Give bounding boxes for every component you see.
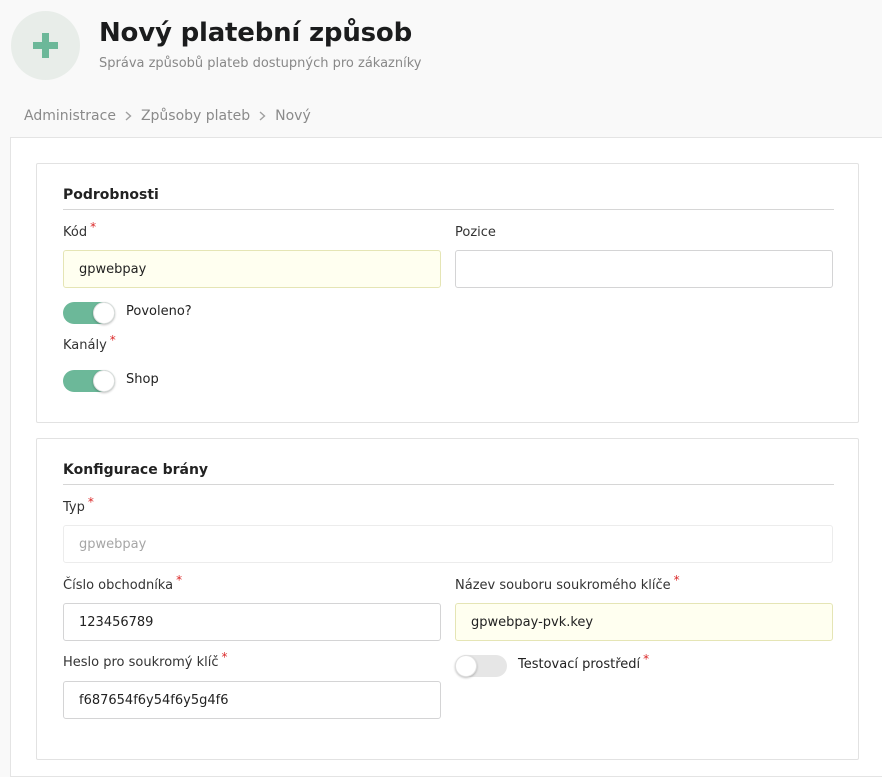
merchant-number-input[interactable]: 123456789: [63, 603, 441, 641]
channel-shop-toggle[interactable]: [63, 370, 115, 392]
page-title: Nový platební způsob: [99, 18, 412, 48]
toggle-knob: [93, 370, 115, 392]
gateway-section-title: Konfigurace brány: [63, 462, 209, 478]
plus-icon: [33, 33, 58, 58]
private-key-password-input[interactable]: f687654f6y54f6y5g4f6: [63, 681, 441, 719]
chevron-right-icon: [259, 111, 266, 121]
private-key-file-input[interactable]: gpwebpay-pvk.key: [455, 603, 833, 641]
position-label: Pozice: [455, 225, 496, 240]
type-input: gpwebpay: [63, 525, 833, 563]
channel-shop-label: Shop: [126, 372, 159, 387]
section-divider: [63, 209, 834, 210]
breadcrumb-item-payment-methods[interactable]: Způsoby plateb: [141, 108, 250, 124]
chevron-right-icon: [125, 111, 132, 121]
details-section-title: Podrobnosti: [63, 187, 159, 203]
test-environment-toggle[interactable]: [455, 655, 507, 677]
details-section: Podrobnosti Kód * gpwebpay Pozice Povolen…: [36, 163, 859, 423]
breadcrumb: Administrace Způsoby plateb Nový: [24, 106, 311, 126]
position-input[interactable]: [455, 250, 833, 288]
private-key-password-label: Heslo pro soukromý klíč *: [63, 650, 228, 670]
private-key-file-label: Název souboru soukromého klíče *: [455, 573, 680, 593]
type-label: Typ *: [63, 495, 94, 515]
header-icon-circle: [11, 11, 80, 80]
channels-label: Kanály *: [63, 333, 116, 353]
breadcrumb-item-new: Nový: [275, 108, 311, 124]
gateway-config-section: Konfigurace brány Typ * gpwebpay Číslo ob…: [36, 438, 859, 760]
test-environment-label: Testovací prostředí *: [518, 652, 650, 672]
code-label: Kód *: [63, 220, 97, 240]
enabled-label: Povoleno?: [126, 304, 192, 319]
section-divider: [63, 484, 834, 485]
merchant-number-label: Číslo obchodníka *: [63, 573, 183, 593]
code-input[interactable]: gpwebpay: [63, 250, 441, 288]
page-header: Nový platební způsob Správa způsobů plat…: [0, 0, 882, 90]
toggle-knob: [93, 302, 115, 324]
page-subtitle: Správa způsobů plateb dostupných pro zák…: [99, 56, 422, 71]
breadcrumb-item-administration[interactable]: Administrace: [24, 108, 116, 124]
toggle-knob: [455, 655, 477, 677]
enabled-toggle[interactable]: [63, 302, 115, 324]
